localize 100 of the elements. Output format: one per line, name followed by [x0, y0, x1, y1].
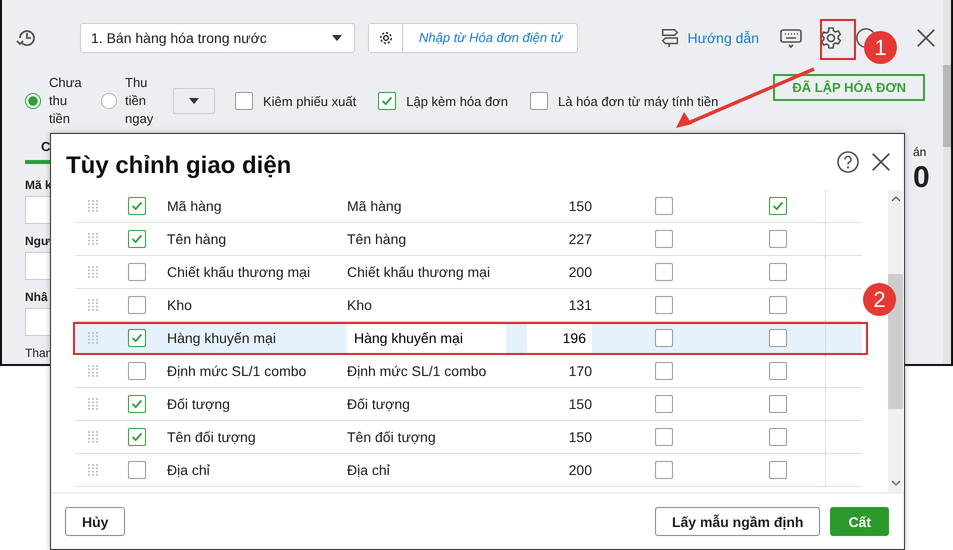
drag-handle-icon[interactable] [88, 200, 98, 212]
checkbox[interactable] [655, 428, 673, 446]
table-row[interactable]: Tên đối tượng Tên đối tượng 150 [75, 421, 862, 454]
gear-icon [378, 30, 392, 45]
checkbox[interactable] [769, 329, 787, 347]
caret-icon [332, 34, 342, 41]
checkbox[interactable] [128, 230, 146, 248]
drag-handle-icon[interactable] [88, 431, 98, 443]
check-icon [130, 397, 144, 411]
table-cell: 150 [568, 396, 592, 412]
checkbox[interactable] [655, 197, 673, 215]
checkbox[interactable] [769, 428, 787, 446]
signpost-icon [658, 26, 681, 49]
table-cell: Chiết khấu thương mại [347, 264, 490, 280]
checkbox[interactable] [128, 263, 146, 281]
table-cell: Đối tượng [347, 396, 410, 412]
settings-button[interactable] [369, 24, 403, 52]
drag-handle-icon[interactable] [88, 398, 98, 410]
scroll-up-icon[interactable] [890, 196, 900, 202]
checkbox[interactable] [769, 263, 787, 281]
checkbox-label: Lập kèm hóa đơn [406, 94, 508, 109]
checkbox[interactable] [128, 395, 146, 413]
checkbox[interactable] [769, 296, 787, 314]
checkbox[interactable] [128, 197, 146, 215]
drag-handle-icon[interactable] [88, 299, 98, 311]
summary-value: 0 [913, 160, 931, 196]
table-cell: 170 [568, 363, 592, 379]
table-cell: Tên hàng [167, 231, 226, 247]
table-cell: Định mức SL/1 combo [347, 363, 486, 379]
checkbox[interactable] [128, 329, 146, 347]
check-icon [771, 199, 785, 213]
close-icon[interactable] [915, 26, 937, 49]
table-row[interactable]: Địa chỉ Địa chỉ 200 [75, 454, 862, 487]
radio-button[interactable] [101, 93, 117, 110]
close-icon[interactable] [870, 151, 892, 173]
voucher-type-dropdown[interactable]: 1. Bán hàng hóa trong nước [80, 22, 355, 53]
table-row[interactable]: Kho Kho 131 [75, 289, 862, 322]
radio-label: Chưa thu tiền [49, 74, 83, 128]
drag-handle-icon[interactable] [88, 266, 98, 278]
help-icon[interactable] [836, 150, 860, 174]
summary-label: án [913, 145, 928, 159]
checkbox[interactable] [655, 395, 673, 413]
checkbox[interactable] [769, 461, 787, 479]
highlight-frame [820, 19, 856, 60]
dropdown[interactable] [173, 88, 215, 114]
checkbox[interactable] [530, 92, 548, 110]
cancel-button[interactable]: Hủy [65, 507, 126, 536]
drag-handle-icon[interactable] [88, 365, 98, 377]
table-cell: Tên đối tượng [167, 429, 256, 445]
table-row[interactable]: Định mức SL/1 combo Định mức SL/1 combo 170 [75, 355, 862, 388]
drag-handle-icon[interactable] [88, 332, 98, 344]
checkbox[interactable] [769, 362, 787, 380]
checkbox[interactable] [128, 362, 146, 380]
scroll-down-icon[interactable] [890, 480, 900, 486]
drag-handle-icon[interactable] [88, 464, 98, 476]
table-cell: 131 [568, 297, 592, 313]
guide-link[interactable]: Hướng dẫn [688, 30, 759, 46]
table-row[interactable]: Mã hàng Mã hàng 150 [75, 190, 862, 223]
table-cell: Hàng khuyến mại [167, 330, 276, 346]
checkbox[interactable] [769, 230, 787, 248]
checkbox[interactable] [655, 230, 673, 248]
checkbox[interactable] [769, 395, 787, 413]
checkbox[interactable] [655, 296, 673, 314]
table-cell: Tên hàng [347, 231, 406, 247]
check-icon [130, 232, 144, 246]
scrollbar-thumb[interactable] [943, 65, 951, 147]
table-cell: 227 [568, 231, 592, 247]
checkbox[interactable] [128, 461, 146, 479]
table-cell: Địa chỉ [167, 462, 210, 478]
table-cell: 150 [568, 429, 592, 445]
caption-field[interactable]: Hàng khuyến mại [347, 323, 506, 353]
checkbox[interactable] [769, 197, 787, 215]
caret-icon [189, 98, 199, 104]
drag-handle-icon[interactable] [88, 233, 98, 245]
table-cell: Mã hàng [347, 198, 402, 214]
width-field[interactable]: 196 [527, 323, 592, 353]
save-button[interactable]: Cất [830, 507, 889, 536]
dialog-title: Tùy chỉnh giao diện [66, 151, 292, 180]
status-badge: ĐÃ LẬP HÓA ĐƠN [773, 74, 925, 101]
checkbox[interactable] [655, 461, 673, 479]
checkbox[interactable] [128, 296, 146, 314]
checkbox-label: Là hóa đơn từ máy tính tiền [558, 94, 718, 109]
table-row[interactable]: Tên hàng Tên hàng 227 [75, 223, 862, 256]
table-row[interactable]: Chiết khấu thương mại Chiết khấu thương mại 200 [75, 256, 862, 289]
checkbox[interactable] [655, 263, 673, 281]
checkbox[interactable] [378, 92, 396, 110]
checkbox[interactable] [235, 92, 253, 110]
check-icon [380, 94, 394, 108]
default-button[interactable]: Lấy mẫu ngầm định [654, 507, 820, 536]
settings-icon[interactable] [819, 26, 843, 50]
checkbox[interactable] [128, 428, 146, 446]
radio-button[interactable] [25, 93, 41, 110]
table-cell: Tên đối tượng [347, 429, 436, 445]
checkbox[interactable] [655, 329, 673, 347]
checkbox[interactable] [655, 362, 673, 380]
table-cell: 150 [568, 198, 592, 214]
table-cell: Chiết khấu thương mại [167, 264, 310, 280]
scrollbar[interactable] [888, 190, 903, 492]
table-row[interactable]: Đối tượng Đối tượng 150 [75, 388, 862, 421]
check-icon [130, 430, 144, 444]
